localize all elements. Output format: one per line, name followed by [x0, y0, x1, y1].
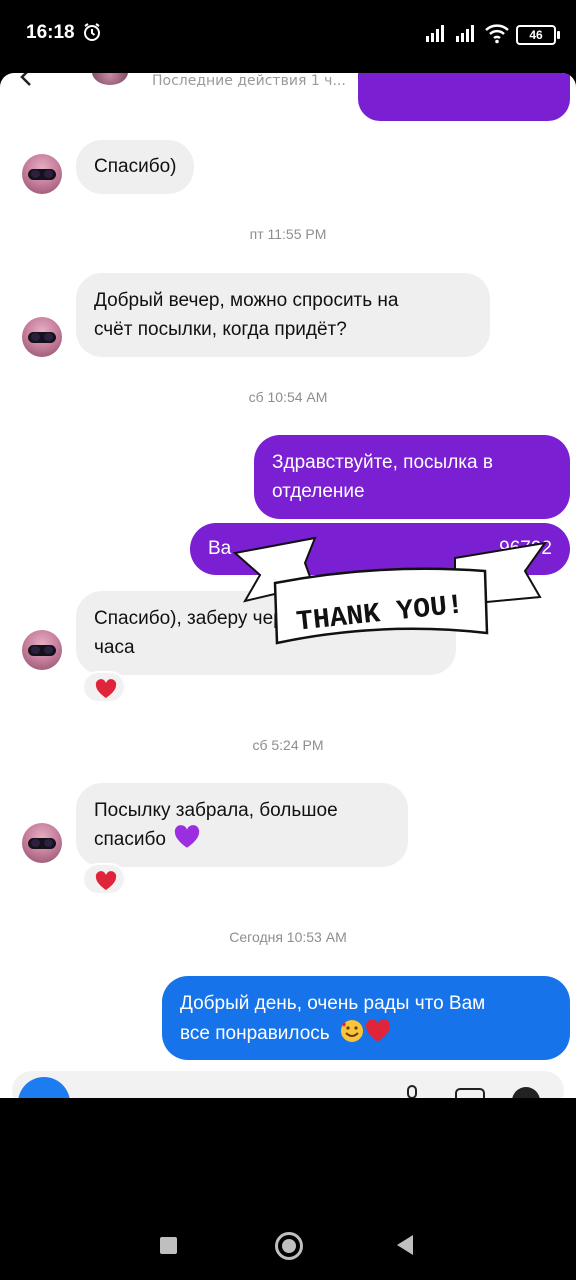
heart-icon: [95, 679, 117, 698]
avatar[interactable]: [22, 630, 62, 670]
message-bubble-outgoing[interactable]: Добрый день, очень рады что Вам все понр…: [162, 976, 570, 1060]
purple-heart-icon: [175, 825, 200, 848]
timestamp: сб 5:24 PM: [252, 737, 324, 753]
message-text: Добрый день, очень рады что Вам: [180, 993, 486, 1014]
gallery-icon[interactable]: [454, 1085, 486, 1098]
microphone-icon[interactable]: [404, 1085, 420, 1098]
timestamp: сб 10:54 AM: [248, 389, 328, 405]
avatar[interactable]: [22, 823, 62, 863]
sticker-icon[interactable]: [510, 1085, 542, 1098]
header-avatar[interactable]: [92, 73, 128, 85]
message-bubble-incoming[interactable]: Добрый вечер, можно спросить на счёт пос…: [76, 273, 490, 357]
system-nav-bar: [0, 1200, 576, 1280]
signal-icon: [426, 25, 444, 42]
status-time: 16:18: [26, 22, 75, 43]
red-heart-icon: [365, 1019, 390, 1042]
avatar[interactable]: [22, 154, 62, 194]
reaction-badge[interactable]: [82, 863, 126, 895]
message-text: все понравилось: [180, 1023, 330, 1044]
timestamp: Сегодня 10:53 AM: [229, 929, 347, 945]
thank-you-sticker: THANK YOU!: [232, 536, 548, 645]
message-bubble-incoming[interactable]: Спасибо): [76, 140, 195, 194]
back-icon[interactable]: [397, 1235, 413, 1255]
message-text: Посылку забрала, большое: [94, 800, 338, 821]
message-text: спасибо: [94, 829, 166, 850]
message-bubble-incoming[interactable]: Посылку забрала, большое спасибо: [76, 783, 408, 867]
message-composer[interactable]: [12, 1071, 564, 1098]
recents-icon[interactable]: [160, 1237, 177, 1254]
signal-icon: [456, 25, 474, 42]
back-arrow-icon[interactable]: [16, 73, 36, 87]
header-status: Последние действия 1 ч...: [152, 73, 346, 89]
timestamp: пт 11:55 PM: [249, 226, 327, 242]
message-text: Спасибо): [94, 156, 177, 177]
wifi-icon: [485, 24, 509, 44]
avatar[interactable]: [22, 317, 62, 357]
message-text: Здравствуйте, посылка в: [272, 452, 493, 473]
smiling-face-with-hearts-icon: [340, 1020, 363, 1042]
heart-icon: [95, 871, 117, 890]
camera-icon[interactable]: [18, 1077, 70, 1098]
battery-icon: 46: [516, 25, 560, 45]
status-bar: 16:18 46: [0, 0, 576, 70]
chat-screen: Последние действия 1 ч... Спасибо) пт 11…: [0, 73, 576, 1098]
message-text: Добрый вечер, можно спросить на: [94, 290, 399, 311]
message-bubble-outgoing[interactable]: [358, 73, 570, 121]
home-icon[interactable]: [275, 1232, 303, 1260]
message-text: счёт посылки, когда придёт?: [94, 319, 347, 340]
alarm-icon: [84, 23, 100, 41]
reaction-badge[interactable]: [82, 671, 126, 703]
